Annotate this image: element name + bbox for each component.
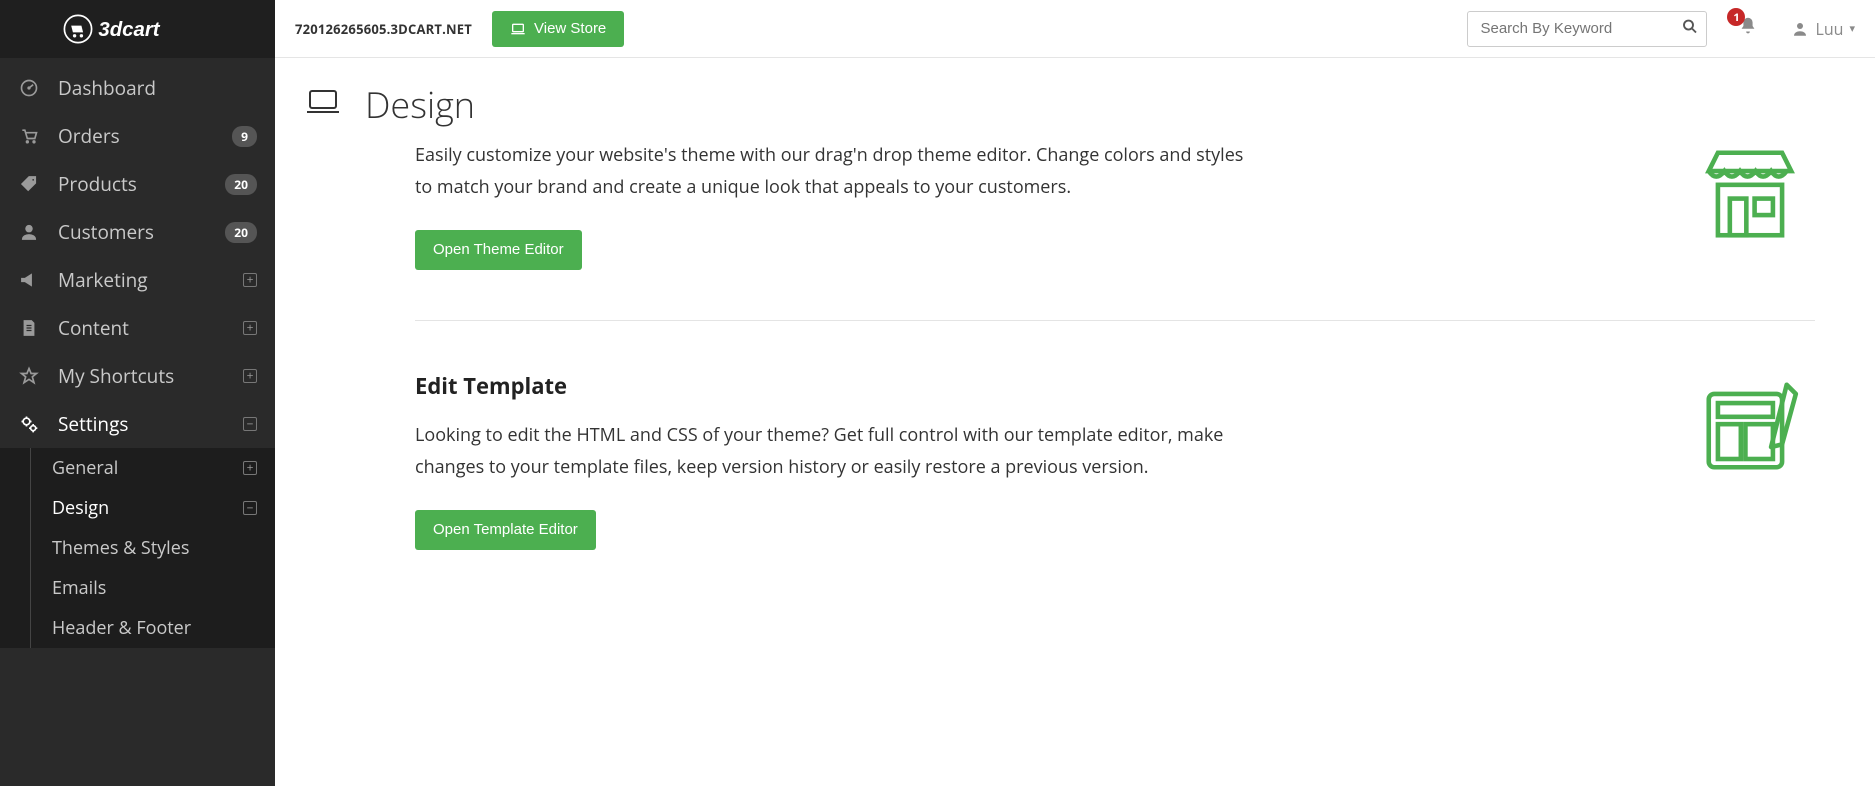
- search-icon[interactable]: [1681, 17, 1699, 40]
- bullhorn-icon: [18, 269, 40, 291]
- section-title: Edit Template: [415, 371, 1645, 401]
- view-store-label: View Store: [534, 20, 606, 37]
- file-icon: [18, 317, 40, 339]
- sidebar-item-label: General: [52, 456, 243, 480]
- section-edit-template: Edit Template Looking to edit the HTML a…: [415, 371, 1815, 600]
- user-name: Luu: [1815, 18, 1843, 40]
- section-desc: Looking to edit the HTML and CSS of your…: [415, 419, 1255, 484]
- main: 720126265605.3DCART.NET View Store 1 Luu…: [275, 0, 1875, 786]
- laptop-icon: [510, 22, 526, 36]
- customers-badge: 20: [225, 222, 257, 243]
- laptop-icon: [305, 87, 341, 122]
- open-template-editor-button[interactable]: Open Template Editor: [415, 510, 596, 550]
- expand-icon[interactable]: [243, 273, 257, 287]
- section-theme-editor: Easily customize your website's theme wi…: [415, 139, 1815, 321]
- user-icon: [1791, 20, 1809, 38]
- sidebar-item-settings[interactable]: Settings: [0, 400, 275, 448]
- sidebar-item-shortcuts[interactable]: My Shortcuts: [0, 352, 275, 400]
- sidebar-item-products[interactable]: Products 20: [0, 160, 275, 208]
- button-label: Open Theme Editor: [433, 241, 564, 258]
- topbar: 720126265605.3DCART.NET View Store 1 Luu…: [275, 0, 1875, 58]
- dashboard-icon: [18, 77, 40, 99]
- gears-icon: [18, 413, 40, 435]
- sidebar-item-label: Customers: [58, 219, 225, 245]
- sidebar-item-label: Emails: [52, 576, 257, 600]
- sidebar-subitem-general[interactable]: General: [0, 448, 275, 488]
- open-theme-editor-button[interactable]: Open Theme Editor: [415, 230, 582, 270]
- sidebar-item-label: Header & Footer: [52, 616, 257, 640]
- cart-icon: [18, 125, 40, 147]
- svg-text:3dcart: 3dcart: [98, 19, 160, 41]
- section-text: Edit Template Looking to edit the HTML a…: [415, 371, 1645, 550]
- sidebar-item-content[interactable]: Content: [0, 304, 275, 352]
- sidebar-item-label: Design: [52, 496, 243, 520]
- user-menu[interactable]: Luu ▾: [1791, 18, 1855, 40]
- page-header: Design: [275, 58, 1875, 139]
- star-icon: [18, 365, 40, 387]
- sidebar-item-label: Content: [58, 315, 243, 341]
- user-icon: [18, 221, 40, 243]
- sidebar-subitem-emails[interactable]: Emails: [0, 568, 275, 608]
- sidebar-subitem-headerfooter[interactable]: Header & Footer: [0, 608, 275, 648]
- sidebar-item-label: Marketing: [58, 267, 243, 293]
- sidebar-item-label: Settings: [58, 411, 243, 437]
- search-wrap: [1467, 11, 1707, 47]
- sidebar: 3dcart Dashboard Orders 9 Products 20: [0, 0, 275, 786]
- products-badge: 20: [225, 174, 257, 195]
- section-text: Easily customize your website's theme wi…: [415, 139, 1645, 270]
- collapse-icon[interactable]: [243, 417, 257, 431]
- sidebar-subitem-design[interactable]: Design: [0, 488, 275, 528]
- page-title: Design: [365, 80, 475, 129]
- section-desc: Easily customize your website's theme wi…: [415, 139, 1255, 204]
- search-input[interactable]: [1467, 11, 1707, 47]
- expand-icon[interactable]: [243, 369, 257, 383]
- content-area: Easily customize your website's theme wi…: [275, 139, 1875, 786]
- view-store-button[interactable]: View Store: [492, 11, 624, 47]
- storefront-icon: [1685, 139, 1815, 270]
- tag-icon: [18, 173, 40, 195]
- expand-icon[interactable]: [243, 321, 257, 335]
- button-label: Open Template Editor: [433, 521, 578, 538]
- settings-subnav: General Design Themes & Styles Emails He…: [0, 448, 275, 648]
- sidebar-item-label: My Shortcuts: [58, 363, 243, 389]
- card-column: Easily customize your website's theme wi…: [415, 139, 1815, 600]
- orders-badge: 9: [232, 126, 257, 147]
- store-domain: 720126265605.3DCART.NET: [295, 20, 472, 38]
- collapse-icon[interactable]: [243, 501, 257, 515]
- sidebar-subitem-themes[interactable]: Themes & Styles: [0, 528, 275, 568]
- chevron-down-icon: ▾: [1849, 21, 1855, 36]
- sidebar-item-marketing[interactable]: Marketing: [0, 256, 275, 304]
- notifications-button[interactable]: 1: [1737, 15, 1759, 42]
- sidebar-item-label: Themes & Styles: [52, 536, 257, 560]
- expand-icon[interactable]: [243, 461, 257, 475]
- main-nav: Dashboard Orders 9 Products 20 Customers…: [0, 58, 275, 786]
- brand-logo[interactable]: 3dcart: [0, 0, 275, 58]
- template-icon: [1685, 371, 1815, 550]
- sidebar-item-label: Products: [58, 171, 225, 197]
- sidebar-item-label: Dashboard: [58, 75, 257, 101]
- sidebar-item-dashboard[interactable]: Dashboard: [0, 64, 275, 112]
- logo-3dcart-icon: 3dcart: [61, 12, 214, 46]
- sidebar-item-label: Orders: [58, 123, 232, 149]
- sidebar-item-orders[interactable]: Orders 9: [0, 112, 275, 160]
- sidebar-item-customers[interactable]: Customers 20: [0, 208, 275, 256]
